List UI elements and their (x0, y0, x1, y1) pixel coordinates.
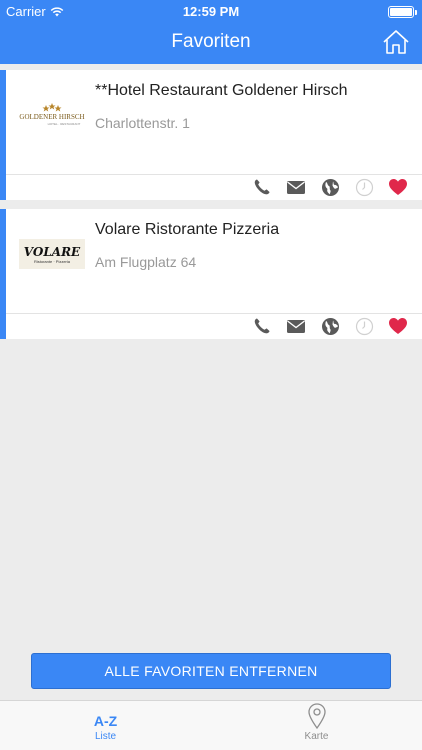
logo-subtext: HOTEL · RESTAURANT (48, 122, 81, 126)
email-button[interactable] (286, 316, 306, 336)
opening-hours-button[interactable] (354, 177, 374, 197)
remove-all-favorites-button[interactable]: ALLE FAVORITEN ENTFERNEN (31, 653, 391, 689)
restaurant-name: Volare Ristorante Pizzeria (95, 221, 280, 238)
phone-icon (254, 179, 270, 195)
heart-icon (389, 179, 407, 195)
page-title: Favoriten (171, 31, 251, 52)
globe-icon (321, 317, 339, 335)
mail-icon (287, 181, 305, 194)
status-bar: Carrier 12:59 PM (0, 0, 422, 22)
restaurant-logo: GOLDENER HIRSCH HOTEL · RESTAURANT (19, 100, 85, 130)
favorites-list: GOLDENER HIRSCH HOTEL · RESTAURANT **Hot… (0, 70, 422, 348)
restaurant-address: Charlottenstr. 1 (95, 115, 190, 131)
restaurant-name: **Hotel Restaurant Goldener Hirsch (95, 82, 348, 99)
phone-icon (254, 318, 270, 334)
favorite-toggle[interactable] (388, 316, 408, 336)
tab-karte[interactable]: Karte (211, 701, 422, 750)
az-icon: A-Z (0, 701, 211, 731)
opening-hours-button[interactable] (354, 316, 374, 336)
logo-subtext: Ristorante · Pizzeria (34, 259, 71, 264)
map-pin-icon (211, 701, 422, 731)
card-accent-bar (0, 209, 6, 339)
website-button[interactable] (320, 316, 340, 336)
mail-icon (287, 320, 305, 333)
heart-icon (389, 318, 407, 334)
logo-text: GOLDENER HIRSCH (19, 113, 84, 121)
restaurant-logo: VOLARE Ristorante · Pizzeria (19, 239, 85, 269)
card-divider (6, 313, 422, 314)
call-button[interactable] (252, 316, 272, 336)
favorite-card[interactable]: VOLARE Ristorante · Pizzeria Volare Rist… (0, 209, 422, 339)
app-header: Carrier 12:59 PM Favoriten (0, 0, 422, 64)
tab-label: Karte (304, 731, 329, 742)
card-actions (252, 315, 408, 337)
status-time: 12:59 PM (182, 4, 240, 19)
home-button[interactable] (380, 26, 412, 58)
tab-bar: A-Z Liste Karte (0, 700, 422, 750)
favorite-toggle[interactable] (388, 177, 408, 197)
card-divider (6, 174, 422, 175)
home-icon (383, 30, 409, 54)
website-button[interactable] (320, 177, 340, 197)
battery-icon (388, 6, 417, 18)
card-actions (252, 176, 408, 198)
call-button[interactable] (252, 177, 272, 197)
restaurant-address: Am Flugplatz 64 (95, 254, 197, 270)
tab-liste[interactable]: A-Z Liste (0, 701, 211, 750)
tab-label: Liste (94, 731, 117, 742)
globe-icon (321, 178, 339, 196)
email-button[interactable] (286, 177, 306, 197)
clock-icon (355, 317, 373, 335)
favorite-card[interactable]: GOLDENER HIRSCH HOTEL · RESTAURANT **Hot… (0, 70, 422, 200)
card-accent-bar (0, 70, 6, 200)
clock-icon (355, 178, 373, 196)
logo-text: VOLARE (24, 245, 81, 259)
az-icon-text: A-Z (93, 713, 118, 729)
